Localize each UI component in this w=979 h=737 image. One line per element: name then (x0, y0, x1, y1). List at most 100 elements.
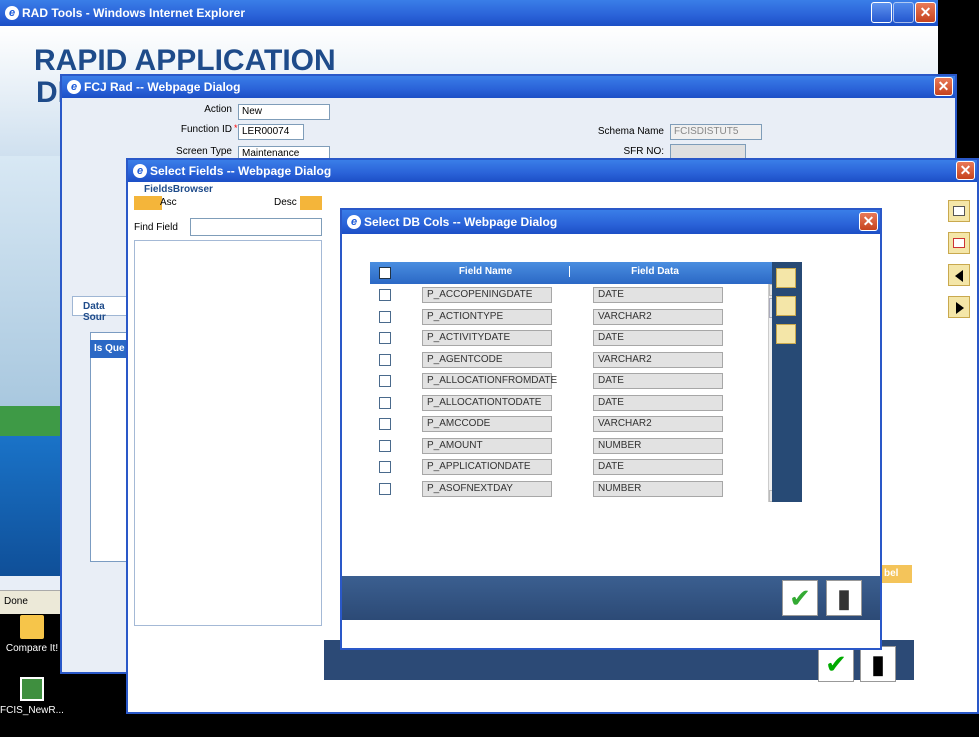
close-button[interactable]: ✕ (859, 212, 878, 231)
row-checkbox[interactable] (379, 439, 391, 452)
table-row[interactable]: P_ALLOCATIONTODATE DATE (370, 392, 784, 414)
desktop-icon-fcis-newr[interactable]: FCIS_NewR... (0, 677, 64, 716)
exit-button[interactable]: ▮ (826, 580, 862, 616)
close-button[interactable]: ✕ (915, 2, 936, 23)
row-checkbox[interactable] (379, 353, 391, 366)
ie-logo-icon: e (133, 164, 147, 178)
field-name-cell: P_AMCCODE (422, 416, 552, 432)
ie-titlebar: e RAD Tools - Windows Internet Explorer … (0, 0, 938, 26)
db-cols-titlebar: e Select DB Cols -- Webpage Dialog ✕ (342, 210, 880, 234)
table-row[interactable]: P_ACCOPENINGDATE DATE (370, 284, 784, 306)
table-row[interactable]: P_ACTIVITYDATE DATE (370, 327, 784, 349)
field-data-cell: DATE (593, 287, 723, 303)
table-row[interactable]: P_ACTIONTYPE VARCHAR2 (370, 306, 784, 328)
move-right-button[interactable] (948, 296, 970, 318)
field-name-cell: P_ACTIONTYPE (422, 308, 552, 325)
grid-panel (90, 332, 130, 562)
grid-header: Field Name Field Data (370, 262, 790, 284)
left-stripe-blue (0, 436, 62, 576)
add-row-button[interactable] (948, 200, 970, 222)
close-button[interactable]: ✕ (956, 161, 975, 180)
row-checkbox[interactable] (379, 396, 391, 409)
label-button[interactable]: bel (878, 565, 912, 583)
asc-sort-button[interactable] (134, 196, 162, 210)
table-row[interactable]: P_AMOUNT NUMBER (370, 435, 784, 457)
field-name-cell: P_ALLOCATIONTODATE (422, 394, 552, 411)
ok-button[interactable]: ✔ (818, 646, 854, 682)
close-button[interactable]: ✕ (934, 77, 953, 96)
action-label: Action (204, 104, 232, 115)
field-name-cell: P_AMOUNT (422, 437, 552, 454)
table-row[interactable]: P_AGENTCODE VARCHAR2 (370, 349, 784, 371)
find-field-input[interactable] (190, 218, 322, 236)
function-id-input[interactable]: LER00074 (238, 124, 304, 140)
delete-row-button[interactable] (948, 232, 970, 254)
desktop-icon-compare-it[interactable]: Compare It! (0, 615, 64, 654)
field-data-cell: NUMBER (593, 480, 723, 497)
select-fields-titlebar: e Select Fields -- Webpage Dialog ✕ (128, 160, 977, 182)
row-checkbox[interactable] (379, 310, 391, 323)
banner-title: RAPID APPLICATION (34, 44, 336, 77)
arrow-left-icon (955, 270, 963, 282)
move-left-button[interactable] (948, 264, 970, 286)
field-data-cell: VARCHAR2 (593, 416, 723, 432)
grid-delete-button[interactable] (776, 296, 796, 316)
left-stripe (0, 156, 62, 406)
status-text: Done (4, 596, 28, 607)
sfr-no-label: SFR NO: (623, 146, 664, 157)
window-title: RAD Tools - Windows Internet Explorer (22, 6, 246, 20)
ie-logo-icon: e (347, 215, 361, 229)
grid-add-button[interactable] (776, 268, 796, 288)
row-checkbox[interactable] (379, 289, 391, 301)
row-checkbox[interactable] (379, 375, 391, 387)
exit-button[interactable]: ▮ (860, 646, 896, 682)
left-stripe-green (0, 406, 62, 436)
fields-browser-label: FieldsBrowser (144, 184, 213, 195)
table-row[interactable]: P_ASOFNEXTDAY NUMBER (370, 478, 784, 500)
minimize-button[interactable] (871, 2, 892, 23)
row-checkbox[interactable] (379, 482, 391, 495)
fields-list[interactable] (134, 240, 322, 626)
table-row[interactable]: P_AMCCODE VARCHAR2 (370, 413, 784, 435)
field-data-cell: DATE (593, 373, 723, 389)
desktop-icon-label: Compare It! (5, 643, 59, 654)
field-data-cell: VARCHAR2 (593, 308, 723, 325)
field-name-cell: P_ASOFNEXTDAY (422, 480, 552, 497)
find-field-label: Find Field (134, 222, 178, 233)
dialog-title: Select Fields -- Webpage Dialog (150, 164, 332, 178)
desc-label: Desc (274, 197, 297, 208)
maximize-button[interactable] (893, 2, 914, 23)
dialog-title: Select DB Cols -- Webpage Dialog (364, 215, 558, 229)
field-data-cell: DATE (593, 459, 723, 475)
field-data-cell: DATE (593, 330, 723, 346)
field-data-cell: VARCHAR2 (593, 351, 723, 368)
folder-icon (20, 615, 44, 639)
add-row-icon (953, 206, 965, 216)
asc-label: Asc (160, 197, 177, 208)
arrow-right-icon (956, 302, 964, 314)
function-id-label: Function ID (180, 124, 232, 135)
action-select[interactable]: New (238, 104, 330, 120)
col-header-field-name: Field Name (402, 266, 570, 277)
excel-file-icon (20, 677, 44, 701)
row-checkbox[interactable] (379, 332, 391, 344)
desc-sort-button[interactable] (300, 196, 322, 210)
table-row[interactable]: P_ALLOCATIONFROMDATE DATE (370, 370, 784, 392)
schema-name-label: Schema Name (597, 126, 664, 137)
field-name-cell: P_APPLICATIONDATE (422, 459, 552, 475)
table-row[interactable]: P_APPLICATIONDATE DATE (370, 456, 784, 478)
field-name-cell: P_ACTIVITYDATE (422, 330, 552, 346)
schema-name-select[interactable]: FCISDISTUT5 (670, 124, 762, 140)
fcj-titlebar: e FCJ Rad -- Webpage Dialog ✕ (62, 76, 955, 98)
tab-data-source[interactable]: Data Sour (72, 296, 128, 323)
row-checkbox[interactable] (379, 461, 391, 473)
grid-list-button[interactable] (776, 324, 796, 344)
field-name-cell: P_AGENTCODE (422, 351, 552, 368)
row-checkbox[interactable] (379, 418, 391, 430)
field-name-cell: P_ALLOCATIONFROMDATE (422, 373, 557, 389)
ok-button[interactable]: ✔ (782, 580, 818, 616)
col-header-field-data: Field Data (631, 266, 679, 277)
grid-header-is-query: Is Que (90, 340, 130, 358)
select-all-checkbox[interactable] (379, 267, 391, 279)
field-data-cell: NUMBER (593, 437, 723, 454)
